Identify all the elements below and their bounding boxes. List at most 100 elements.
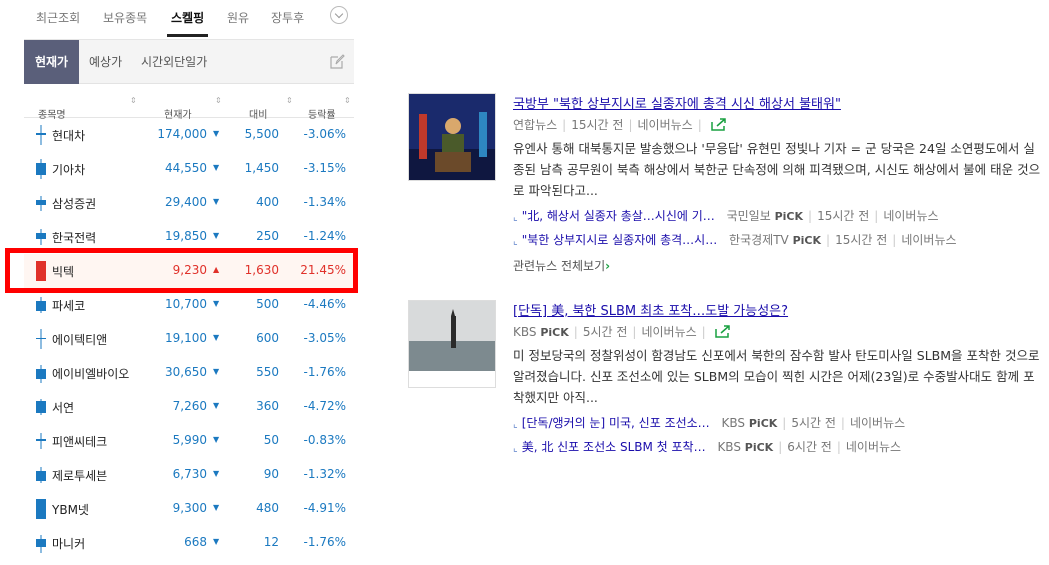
tab-scalping[interactable]: 스켈핑 [166, 9, 209, 37]
stock-price: 9,300 [172, 501, 207, 515]
candle-icon [36, 499, 46, 519]
related-news-link[interactable]: "북한 상부지시로 실종자에 총격…시… [522, 233, 718, 247]
stock-price: 19,100 [165, 331, 207, 345]
stock-price: 10,700 [165, 297, 207, 311]
sort-icon[interactable]: ⇕ [215, 96, 222, 105]
related-news-link[interactable]: [단독/앵커의 눈] 미국, 신포 조선소… [522, 416, 710, 430]
stock-row[interactable]: 파세코 10,700 ▼ 500 -4.46% [24, 288, 354, 322]
related-news-link[interactable]: 美, 北 신포 조선소 SLBM 첫 포착… [522, 440, 706, 454]
related-source[interactable]: 한국경제TV [729, 233, 789, 247]
stock-name[interactable]: YBM넷 [52, 501, 89, 518]
sort-icon[interactable]: ⇕ [344, 96, 351, 105]
stock-name[interactable]: 에이비엘바이오 [52, 365, 129, 382]
stock-name[interactable]: 피앤씨테크 [52, 433, 107, 450]
more-related-news-link[interactable]: 관련뉴스 전체보기› [513, 257, 1043, 274]
stock-change: 400 [256, 195, 279, 209]
stock-row[interactable]: YBM넷 9,300 ▼ 480 -4.91% [24, 492, 354, 526]
candle-icon [36, 365, 46, 383]
arrow-down-icon: ▼ [213, 503, 220, 512]
related-source[interactable]: KBS [717, 440, 741, 454]
stock-row[interactable]: 삼성증권 29,400 ▼ 400 -1.34% [24, 186, 354, 220]
price-subtabs: 현재가 예상가 시간외단일가 [24, 40, 354, 84]
stock-list: 현대차 174,000 ▼ 5,500 -3.06% 기아차 44,550 ▼ 1,450 -3.… [24, 118, 354, 560]
related-news-link[interactable]: "北, 해상서 실종자 총살…시신에 기… [522, 209, 715, 223]
related-news-item: ⌞ 美, 北 신포 조선소 SLBM 첫 포착… KBS PiCK | 6시간 전 | 네… [513, 440, 902, 454]
portal-link[interactable]: 네이버뉴스 [637, 118, 692, 132]
news-source[interactable]: 연합뉴스 [513, 118, 557, 132]
tab-crude-oil[interactable]: 원유 [227, 9, 249, 26]
stock-name[interactable]: 삼성증권 [52, 195, 96, 212]
news-title-link[interactable]: 국방부 "북한 상부지시로 실종자에 총격 시신 해상서 불태워" [513, 93, 1043, 112]
tab-long-term[interactable]: 장투후 [271, 9, 304, 26]
stock-name[interactable]: 제로투세븐 [52, 467, 107, 484]
portal-link[interactable]: 네이버뉴스 [901, 233, 956, 247]
arrow-down-icon: ▼ [213, 333, 220, 342]
sort-icon[interactable]: ⇕ [286, 96, 293, 105]
tab-holdings[interactable]: 보유종목 [103, 9, 147, 26]
news-thumbnail[interactable] [408, 93, 496, 181]
stock-row[interactable]: 제로투세븐 6,730 ▼ 90 -1.32% [24, 458, 354, 492]
stock-price: 44,550 [165, 161, 207, 175]
stock-rate: -4.72% [303, 399, 346, 413]
stock-row[interactable]: 피앤씨테크 5,990 ▼ 50 -0.83% [24, 424, 354, 458]
stock-row[interactable]: 에이비엘바이오 30,650 ▼ 550 -1.76% [24, 356, 354, 390]
chevron-down-icon[interactable] [330, 6, 348, 24]
related-news-item: ⌞ "북한 상부지시로 실종자에 총격…시… 한국경제TV PiCK | 15시간 전… [513, 233, 957, 247]
share-icon[interactable] [714, 325, 731, 338]
stock-row[interactable]: 기아차 44,550 ▼ 1,450 -3.15% [24, 152, 354, 186]
pick-badge: PiCK [792, 234, 822, 247]
arrow-down-icon: ▼ [213, 129, 220, 138]
stock-name[interactable]: 현대차 [52, 127, 85, 144]
sort-icon[interactable]: ⇕ [130, 96, 137, 105]
related-time: 6시간 전 [787, 440, 832, 454]
news-title-link[interactable]: [단독] 美, 북한 SLBM 최초 포착…도발 가능성은? [513, 300, 1043, 319]
candle-icon [36, 399, 46, 415]
stock-price: 19,850 [165, 229, 207, 243]
pick-badge: PiCK [744, 441, 774, 454]
share-icon[interactable] [710, 118, 727, 131]
tab-recent[interactable]: 최근조회 [36, 9, 80, 26]
pick-badge: PiCK [774, 210, 804, 223]
arrow-down-icon: ▼ [213, 163, 220, 172]
related-time: 15시간 전 [817, 209, 870, 223]
stock-rate: -3.15% [303, 161, 346, 175]
stock-rate: -1.32% [303, 467, 346, 481]
news-time: 5시간 전 [582, 325, 628, 339]
stock-name[interactable]: 에이텍티앤 [52, 331, 107, 348]
stock-rate: -0.83% [303, 433, 346, 447]
subtab-after-hours[interactable]: 시간외단일가 [141, 40, 207, 84]
stock-change: 90 [263, 467, 279, 481]
stock-change: 1,450 [244, 161, 279, 175]
stock-row[interactable]: 현대차 174,000 ▼ 5,500 -3.06% [24, 118, 354, 152]
stock-price: 30,650 [165, 365, 207, 379]
stock-row[interactable]: 서연 7,260 ▼ 360 -4.72% [24, 390, 354, 424]
news-thumbnail[interactable] [408, 300, 496, 388]
related-source[interactable]: KBS [722, 416, 746, 430]
watchlist-tabs: 최근조회 보유종목 스켈핑 원유 장투후 [24, 0, 354, 40]
portal-link[interactable]: 네이버뉴스 [641, 325, 696, 339]
subtab-current-price[interactable]: 현재가 [24, 40, 79, 84]
arrow-down-icon: ▼ [213, 197, 220, 206]
candle-icon [36, 229, 46, 245]
edit-icon[interactable] [329, 54, 345, 70]
subtab-expected-price[interactable]: 예상가 [89, 40, 122, 84]
portal-link[interactable]: 네이버뉴스 [846, 440, 901, 454]
stock-change: 550 [256, 365, 279, 379]
pick-badge: PiCK [540, 326, 569, 339]
related-source[interactable]: 국민일보 [727, 209, 771, 223]
stock-name[interactable]: 마니커 [52, 535, 85, 552]
stock-row[interactable]: 에이텍티앤 19,100 ▼ 600 -3.05% [24, 322, 354, 356]
portal-link[interactable]: 네이버뉴스 [883, 209, 938, 223]
stock-change: 500 [256, 297, 279, 311]
stock-change: 5,500 [244, 127, 279, 141]
portal-link[interactable]: 네이버뉴스 [850, 416, 905, 430]
news-description: 미 정보당국의 정찰위성이 함경남도 신포에서 북한의 잠수함 발사 탄도미사일… [513, 348, 1040, 405]
stock-row[interactable]: 마니커 668 ▼ 12 -1.76% [24, 526, 354, 560]
stock-name[interactable]: 기아차 [52, 161, 85, 178]
stock-name[interactable]: 한국전력 [52, 229, 96, 246]
stock-name[interactable]: 파세코 [52, 297, 85, 314]
related-time: 5시간 전 [791, 416, 836, 430]
stock-name[interactable]: 서연 [52, 399, 74, 416]
stock-rate: -1.76% [303, 535, 346, 549]
news-source[interactable]: KBS [513, 325, 537, 339]
